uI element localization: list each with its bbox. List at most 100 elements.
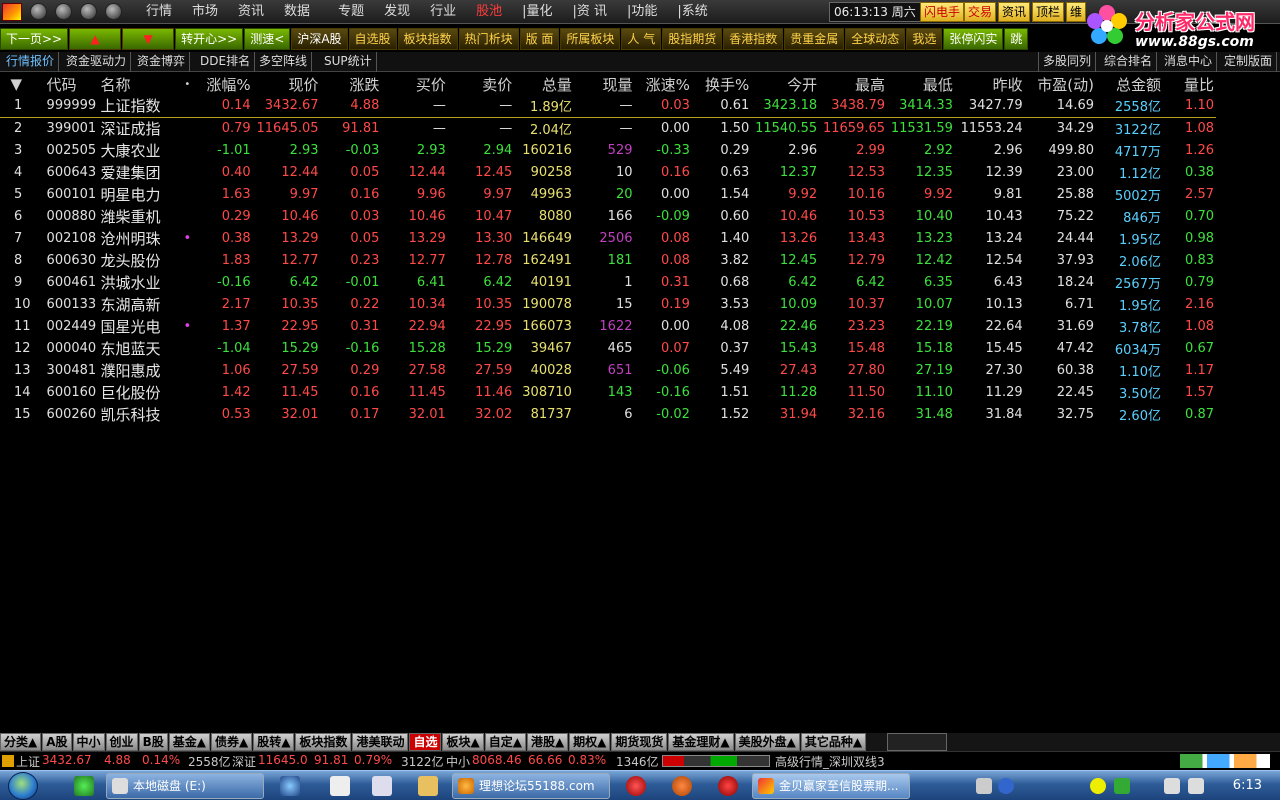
header-volume-ratio[interactable]: 量比 [1163, 73, 1216, 95]
cat-b-share[interactable]: B股 [138, 733, 168, 751]
menu-industry[interactable]: 行业 [420, 0, 466, 24]
security-icon[interactable] [1114, 778, 1130, 794]
quick-launch-app2-icon[interactable] [718, 776, 738, 796]
home-icon[interactable] [105, 3, 122, 20]
menu-info[interactable]: |资 讯 [563, 0, 618, 24]
table-row[interactable]: 1 999999 上证指数 0.14 3432.67 4.88— —1.89亿 —0.03 0.… [0, 95, 1216, 118]
jump-button[interactable]: 跳 [1004, 28, 1029, 50]
quick-launch-app-icon[interactable] [330, 776, 350, 796]
start-button[interactable] [8, 772, 38, 800]
cat-fund-finance[interactable]: 基金理财▲ [668, 733, 734, 751]
table-row[interactable]: 6 000880 潍柴重机 0.29 10.46 0.03 10.46 10.47 8080 16… [0, 205, 1216, 227]
sh-sz-a-button[interactable]: 沪深A股 [291, 28, 348, 50]
popularity-button[interactable]: 人 气 [621, 28, 662, 50]
header-change[interactable]: 涨跌 [321, 73, 382, 95]
header-name[interactable]: 名称 [99, 73, 182, 95]
header-volume[interactable]: 总量 [514, 73, 574, 95]
table-row[interactable]: 11 002449 国星光电 • 1.37 22.95 0.31 22.94 22.95 1660… [0, 315, 1216, 337]
header-amount[interactable]: 总金额 [1096, 73, 1163, 95]
switch-button[interactable]: 转开心>> [175, 28, 244, 50]
table-row[interactable]: 14 600160 巨化股份 1.42 11.45 0.16 11.45 11.46 30871… [0, 381, 1216, 403]
table-row[interactable]: 7 002108 沧州明珠 • 0.38 13.29 0.05 13.29 13.30 14664… [0, 227, 1216, 249]
refresh-icon[interactable] [80, 3, 97, 20]
trade-button[interactable]: 交易 [964, 2, 997, 22]
quick-launch-ie-icon[interactable] [74, 776, 94, 796]
cat-neeq[interactable]: 股转▲ [253, 733, 295, 751]
tab-composite-rank[interactable]: 综合排名 [1100, 52, 1158, 72]
table-row[interactable]: 2 399001 深证成指 0.79 11645.05 91.81 — — 2.04亿 — 0.00… [0, 117, 1216, 139]
cat-custom[interactable]: 自定▲ [484, 733, 526, 751]
tab-custom-layout[interactable]: 定制版面 [1220, 52, 1278, 72]
tab-message-center[interactable]: 消息中心 [1160, 52, 1218, 72]
cat-options[interactable]: 期权▲ [569, 733, 611, 751]
quick-launch-firefox-icon[interactable] [672, 776, 692, 796]
tab-sup-stats[interactable]: SUP统计 [320, 52, 377, 72]
quick-launch-browser-icon[interactable] [280, 776, 300, 796]
menu-discover[interactable]: 发现 [374, 0, 420, 24]
cat-sector-index[interactable]: 板块指数 [295, 733, 352, 751]
hot-sector-button[interactable]: 热门析块 [458, 28, 519, 50]
task-forum[interactable]: 理想论坛55188.com [452, 773, 610, 799]
tray-add-icon[interactable] [1090, 778, 1106, 794]
task-local-disk[interactable]: 本地磁盘 (E:) [106, 773, 264, 799]
table-row[interactable]: 9 600461 洪城水业 -0.16 6.42 -0.01 6.41 6.42 40191 1 0… [0, 271, 1216, 293]
header-current-volume[interactable]: 现量 [574, 73, 635, 95]
cat-futures-spot[interactable]: 期货现货 [611, 733, 668, 751]
tab-quotes[interactable]: 行情报价 [2, 52, 60, 72]
tab-multi-stock[interactable]: 多股同列 [1038, 52, 1097, 72]
help-icon[interactable] [998, 778, 1014, 794]
page-down-button[interactable]: ▼ [122, 28, 175, 50]
table-row[interactable]: 12 000040 东旭蓝天 -1.04 15.29 -0.16 15.28 15.29 394… [0, 337, 1216, 359]
table-row[interactable]: 3 002505 大康农业 -1.01 2.93 -0.03 2.93 2.94 160216 5… [0, 139, 1216, 161]
table-row[interactable]: 5 600101 明星电力 1.63 9.97 0.16 9.96 9.97 49963 20 0.… [0, 183, 1216, 205]
menu-stock-pool[interactable]: 股池 [466, 0, 512, 24]
menu-functions[interactable]: |功能 [617, 0, 667, 24]
horizontal-scrollbar[interactable] [887, 733, 948, 751]
header-ask[interactable]: 卖价 [448, 73, 514, 95]
next-page-button[interactable]: 下一页>> [0, 28, 69, 50]
menu-data[interactable]: 数据 [274, 0, 320, 24]
cat-watchlist[interactable]: 自选 [409, 733, 442, 751]
tab-capital-drive[interactable]: 资金驱动力 [62, 52, 132, 72]
network-icon[interactable] [1164, 778, 1180, 794]
menu-news[interactable]: 资讯 [228, 0, 274, 24]
header-pe[interactable]: 市盈(动) [1025, 73, 1096, 95]
cat-funds[interactable]: 基金▲ [168, 733, 210, 751]
cat-other[interactable]: 其它品种▲ [800, 733, 867, 751]
volume-icon[interactable] [1188, 778, 1204, 794]
cat-sme[interactable]: 中小 [72, 733, 105, 751]
keyboard-icon[interactable] [976, 778, 992, 794]
header-bid[interactable]: 买价 [381, 73, 447, 95]
topbar-button[interactable]: 顶栏 [1032, 2, 1065, 22]
menu-market[interactable]: 市场 [182, 0, 228, 24]
header-turnover[interactable]: 换手% [692, 73, 751, 95]
forward-icon[interactable] [55, 3, 72, 20]
menu-topics[interactable]: 专题 [328, 0, 374, 24]
table-row[interactable]: 15 600260 凯乐科技 0.53 32.01 0.17 32.01 32.02 81737… [0, 403, 1216, 425]
sector-index-button[interactable]: 板块指数 [397, 28, 458, 50]
tab-long-short[interactable]: 多空阵线 [255, 52, 313, 72]
table-row[interactable]: 13 300481 濮阳惠成 1.06 27.59 0.29 27.58 27.59 40028… [0, 359, 1216, 381]
index-futures-button[interactable]: 股指期货 [662, 28, 723, 50]
table-row[interactable]: 10 600133 东湖高新 2.17 10.35 0.22 10.34 10.35 19007… [0, 293, 1216, 315]
table-row[interactable]: 4 600643 爱建集团 0.40 12.44 0.05 12.44 12.45 90258 1… [0, 161, 1216, 183]
precious-metals-button[interactable]: 贵重金属 [784, 28, 845, 50]
quick-launch-chart-icon[interactable] [372, 776, 392, 796]
header-code[interactable]: 代码 [33, 73, 99, 95]
watchlist-button[interactable]: 自选股 [348, 28, 397, 50]
header-high[interactable]: 最高 [819, 73, 887, 95]
task-trading-app[interactable]: 金贝赢家至信股票期... [752, 773, 910, 799]
header-change-pct[interactable]: 涨幅% [193, 73, 252, 95]
cat-sectors[interactable]: 板块▲ [442, 733, 484, 751]
global-button[interactable]: 全球动态 [845, 28, 906, 50]
cat-gem[interactable]: 创业 [105, 733, 138, 751]
cat-a-share[interactable]: A股 [42, 733, 72, 751]
tab-capital-game[interactable]: 资金博弈 [133, 52, 191, 72]
header-prev-close[interactable]: 昨收 [955, 73, 1025, 95]
column-menu-icon[interactable]: ▼ [0, 73, 33, 95]
header-low[interactable]: 最低 [887, 73, 955, 95]
header-speed[interactable]: 涨速% [635, 73, 692, 95]
quick-launch-red-icon[interactable] [626, 776, 646, 796]
tab-dde-rank[interactable]: DDE排名 [196, 52, 256, 72]
cat-us-foreign[interactable]: 美股外盘▲ [734, 733, 800, 751]
